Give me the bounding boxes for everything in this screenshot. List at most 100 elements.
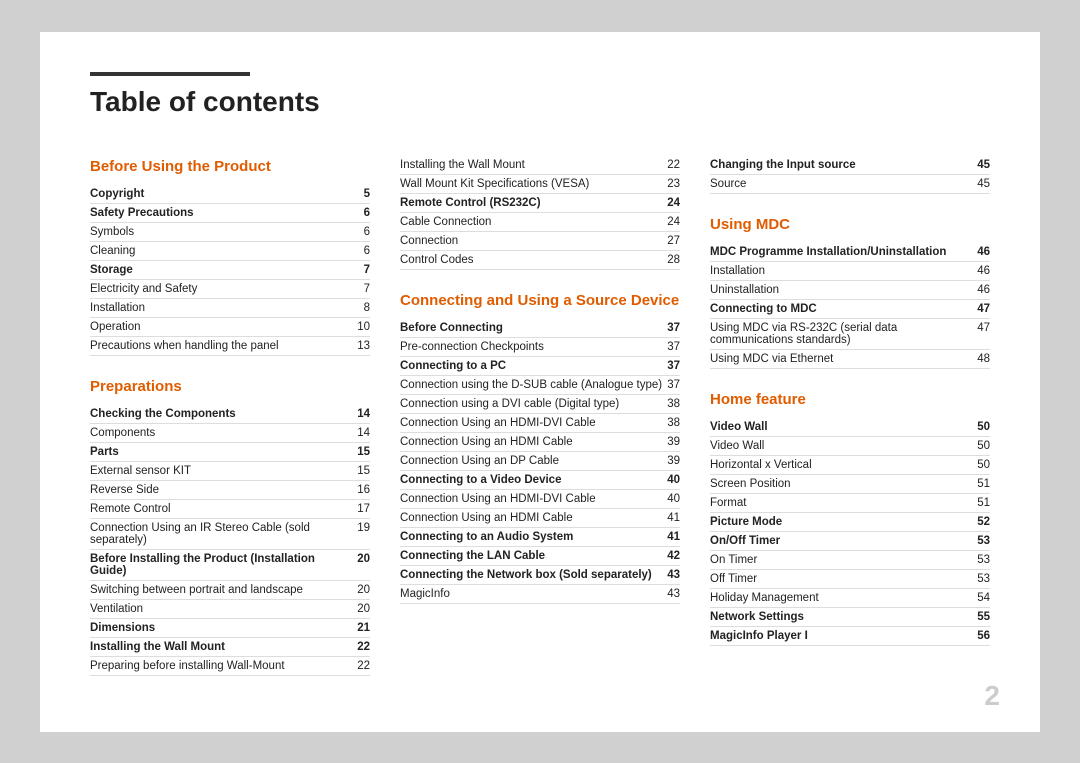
entry-label: Using MDC via RS-232C (serial data commu… xyxy=(710,322,977,346)
entry-page: 15 xyxy=(357,465,370,477)
toc-entry: Parts15 xyxy=(90,443,370,462)
entry-label: External sensor KIT xyxy=(90,465,357,477)
entry-page: 21 xyxy=(357,622,370,634)
entry-label: Safety Precautions xyxy=(90,207,364,219)
entry-label: Ventilation xyxy=(90,603,357,615)
entry-page: 14 xyxy=(357,408,370,420)
entry-page: 38 xyxy=(667,398,680,410)
toc-entry: Connection using a DVI cable (Digital ty… xyxy=(400,395,680,414)
entry-label: Format xyxy=(710,497,977,509)
entry-page: 39 xyxy=(667,436,680,448)
toc-entry: Copyright5 xyxy=(90,185,370,204)
toc-entry: Connecting to a PC37 xyxy=(400,357,680,376)
entry-page: 50 xyxy=(977,421,990,433)
column-2: Installing the Wall Mount22Wall Mount Ki… xyxy=(400,148,680,688)
entry-page: 37 xyxy=(667,322,680,334)
entry-label: Checking the Components xyxy=(90,408,357,420)
toc-entry: Installing the Wall Mount22 xyxy=(90,638,370,657)
entry-page: 56 xyxy=(977,630,990,642)
toc-entry: Operation10 xyxy=(90,318,370,337)
entry-label: Electricity and Safety xyxy=(90,283,364,295)
entry-label: Before Installing the Product (Installat… xyxy=(90,553,357,577)
entry-label: Copyright xyxy=(90,188,364,200)
entry-page: 51 xyxy=(977,478,990,490)
entry-label: Connection Using an HDMI-DVI Cable xyxy=(400,417,667,429)
toc-entry: Connection Using an HDMI-DVI Cable40 xyxy=(400,490,680,509)
entry-label: Uninstallation xyxy=(710,284,977,296)
toc-entry: Connection Using an HDMI-DVI Cable38 xyxy=(400,414,680,433)
entry-label: Screen Position xyxy=(710,478,977,490)
entry-label: Preparing before installing Wall-Mount xyxy=(90,660,357,672)
section-title: Preparations xyxy=(90,378,370,395)
toc-entry: Format51 xyxy=(710,494,990,513)
toc-entry: Connection using the D-SUB cable (Analog… xyxy=(400,376,680,395)
entry-label: Symbols xyxy=(90,226,364,238)
toc-entry: Connecting to MDC47 xyxy=(710,300,990,319)
entry-page: 16 xyxy=(357,484,370,496)
toc-entry: On/Off Timer53 xyxy=(710,532,990,551)
entry-page: 8 xyxy=(364,302,370,314)
entry-page: 5 xyxy=(364,188,370,200)
toc-entry: Before Installing the Product (Installat… xyxy=(90,550,370,581)
entry-page: 42 xyxy=(667,550,680,562)
content-grid: Before Using the ProductCopyright5Safety… xyxy=(90,148,990,688)
entry-page: 45 xyxy=(977,159,990,171)
entry-label: Wall Mount Kit Specifications (VESA) xyxy=(400,178,667,190)
entry-page: 41 xyxy=(667,531,680,543)
entry-page: 37 xyxy=(667,379,680,391)
entry-page: 53 xyxy=(977,535,990,547)
entry-page: 53 xyxy=(977,573,990,585)
entry-label: Connection xyxy=(400,235,667,247)
entry-page: 14 xyxy=(357,427,370,439)
toc-entry: Connection Using an HDMI Cable39 xyxy=(400,433,680,452)
toc-entry: MDC Programme Installation/Uninstallatio… xyxy=(710,243,990,262)
entry-label: Before Connecting xyxy=(400,322,667,334)
entry-page: 17 xyxy=(357,503,370,515)
entry-label: Connecting to a Video Device xyxy=(400,474,667,486)
entry-page: 22 xyxy=(667,159,680,171)
entry-label: Connection Using an IR Stereo Cable (sol… xyxy=(90,522,357,546)
entry-label: Precautions when handling the panel xyxy=(90,340,357,352)
toc-entry: Network Settings55 xyxy=(710,608,990,627)
toc-entry: Connecting the Network box (Sold separat… xyxy=(400,566,680,585)
entry-label: Control Codes xyxy=(400,254,667,266)
entry-label: Remote Control xyxy=(90,503,357,515)
toc-entry: Checking the Components14 xyxy=(90,405,370,424)
toc-entry: Connection Using an HDMI Cable41 xyxy=(400,509,680,528)
entry-page: 45 xyxy=(977,178,990,190)
toc-entry: Control Codes28 xyxy=(400,251,680,270)
entry-label: Installation xyxy=(90,302,364,314)
toc-entry: Uninstallation46 xyxy=(710,281,990,300)
toc-entry: Installation8 xyxy=(90,299,370,318)
entry-label: MagicInfo xyxy=(400,588,667,600)
toc-entry: Pre-connection Checkpoints37 xyxy=(400,338,680,357)
entry-page: 19 xyxy=(357,522,370,534)
toc-entry: Dimensions21 xyxy=(90,619,370,638)
entry-label: Connecting the Network box (Sold separat… xyxy=(400,569,667,581)
toc-entry: Installation46 xyxy=(710,262,990,281)
entry-page: 10 xyxy=(357,321,370,333)
entry-label: Remote Control (RS232C) xyxy=(400,197,667,209)
toc-entry: MagicInfo43 xyxy=(400,585,680,604)
toc-entry: On Timer53 xyxy=(710,551,990,570)
entry-label: Components xyxy=(90,427,357,439)
entry-label: Installing the Wall Mount xyxy=(400,159,667,171)
entry-label: Connecting the LAN Cable xyxy=(400,550,667,562)
entry-page: 15 xyxy=(357,446,370,458)
entry-page: 39 xyxy=(667,455,680,467)
toc-entry: Components14 xyxy=(90,424,370,443)
entry-page: 20 xyxy=(357,584,370,596)
page-number: 2 xyxy=(984,680,1000,712)
entry-label: On/Off Timer xyxy=(710,535,977,547)
page-title: Table of contents xyxy=(90,86,990,118)
entry-page: 24 xyxy=(667,216,680,228)
entry-label: Horizontal x Vertical xyxy=(710,459,977,471)
entry-label: Video Wall xyxy=(710,421,977,433)
entry-page: 41 xyxy=(667,512,680,524)
entry-page: 6 xyxy=(364,226,370,238)
entry-label: Connecting to MDC xyxy=(710,303,977,315)
entry-label: Dimensions xyxy=(90,622,357,634)
entry-page: 43 xyxy=(667,588,680,600)
entry-label: Reverse Side xyxy=(90,484,357,496)
toc-entry: Remote Control (RS232C)24 xyxy=(400,194,680,213)
